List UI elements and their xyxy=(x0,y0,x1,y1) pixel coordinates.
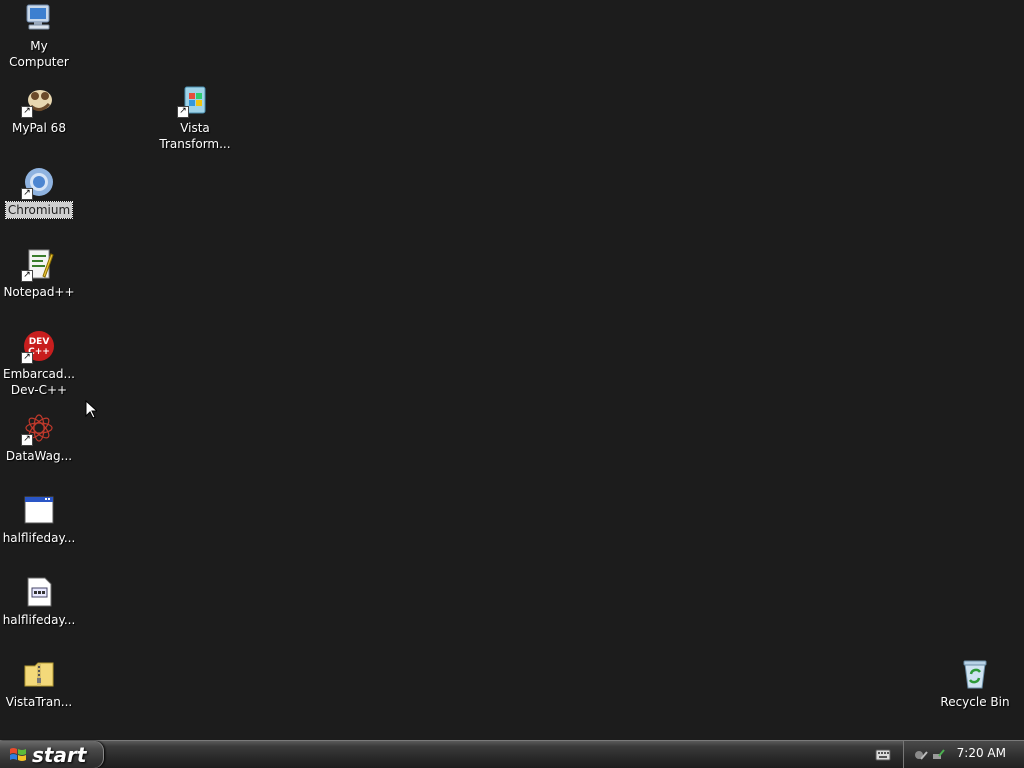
desktop-icon-vistatran[interactable]: VistaTran... xyxy=(0,658,78,710)
mouse-cursor-icon xyxy=(85,399,99,419)
chromium-icon: ↗ xyxy=(21,166,55,200)
icon-label: My Computer xyxy=(9,39,69,69)
safely-remove-hardware-icon[interactable] xyxy=(931,747,945,761)
icon-label: Notepad++ xyxy=(3,285,75,299)
document-icon xyxy=(23,576,55,608)
zip-folder-icon xyxy=(23,658,55,690)
start-label: start xyxy=(32,742,87,767)
icon-label: DataWag... xyxy=(5,449,73,463)
icon-label: halflifeday... xyxy=(2,531,76,545)
icon-label: VistaTran... xyxy=(5,695,73,709)
datawag-icon: ↗ xyxy=(21,412,55,446)
notepad-plus-plus-icon: ↗ xyxy=(21,248,55,282)
shortcut-arrow-icon: ↗ xyxy=(21,352,33,364)
dev-cpp-icon: DEV C++ ↗ xyxy=(21,330,55,364)
clock[interactable]: 7:20 AM xyxy=(957,746,1006,760)
desktop-icon-recycle-bin[interactable]: Recycle Bin xyxy=(936,658,1014,710)
icon-label: halflifeday... xyxy=(2,613,76,627)
desktop-icon-datawag[interactable]: ↗ DataWag... xyxy=(0,412,78,464)
recycle-bin-icon xyxy=(959,658,991,690)
desktop-icon-halflifeday-doc[interactable]: halflifeday... xyxy=(0,576,78,628)
keyboard-icon[interactable] xyxy=(875,747,891,761)
desktop-icon-dev-cpp[interactable]: DEV C++ ↗ Embarcad... Dev-C++ xyxy=(0,330,78,398)
computer-icon xyxy=(23,2,55,34)
desktop-icon-vista-transform[interactable]: ↗ Vista Transform... xyxy=(156,84,234,152)
window-app-icon xyxy=(23,494,55,526)
windows-flag-icon xyxy=(9,746,27,764)
desktop-icon-my-computer[interactable]: My Computer xyxy=(0,2,78,70)
icon-label: Recycle Bin xyxy=(940,695,1010,709)
icon-label: MyPal 68 xyxy=(12,121,66,135)
icon-label: Embarcad... Dev-C++ xyxy=(3,367,75,397)
svg-text:DEV: DEV xyxy=(29,337,50,347)
system-tray: 7:20 AM xyxy=(903,741,1024,768)
network-icon[interactable] xyxy=(914,747,928,761)
start-button[interactable]: start xyxy=(0,741,104,768)
desktop-icon-notepad-plus-plus[interactable]: ↗ Notepad++ xyxy=(0,248,78,300)
shortcut-arrow-icon: ↗ xyxy=(21,434,33,446)
icon-label: Chromium xyxy=(4,201,74,219)
shortcut-arrow-icon: ↗ xyxy=(21,106,33,118)
vista-transform-icon: ↗ xyxy=(177,84,211,118)
desktop-icon-mypal[interactable]: ↗ MyPal 68 xyxy=(0,84,78,136)
shortcut-arrow-icon: ↗ xyxy=(21,188,33,200)
shortcut-arrow-icon: ↗ xyxy=(177,106,189,118)
shortcut-arrow-icon: ↗ xyxy=(21,270,33,282)
icon-label: Vista Transform... xyxy=(159,121,231,151)
desktop-icon-chromium[interactable]: ↗ Chromium xyxy=(0,166,78,219)
taskbar: start 7:20 AM xyxy=(0,740,1024,768)
desktop-icon-halflifeday-exe[interactable]: halflifeday... xyxy=(0,494,78,546)
mypal-icon: ↗ xyxy=(21,84,55,118)
desktop: My Computer ↗ MyPal 68 ↗ Vista Transform… xyxy=(0,0,1024,740)
